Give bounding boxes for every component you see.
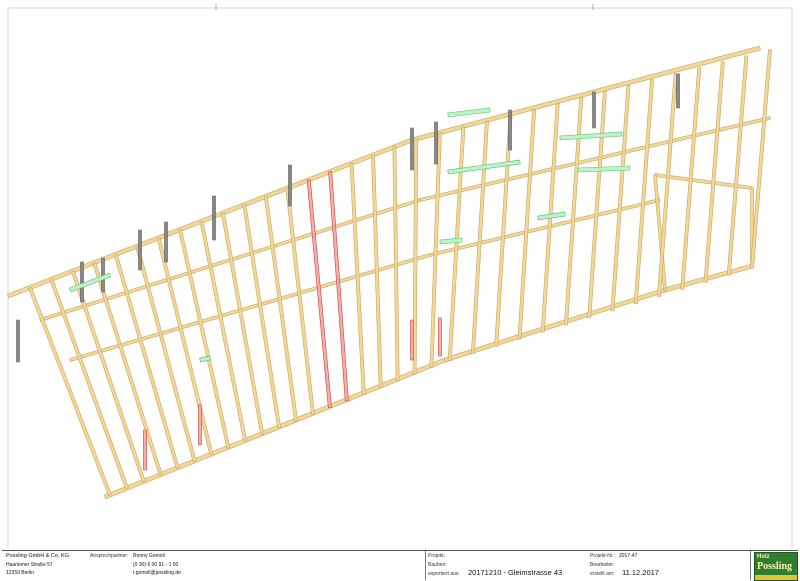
rafter <box>49 278 129 490</box>
rafter <box>703 61 725 283</box>
steel-post <box>80 261 84 303</box>
green-member <box>559 131 623 141</box>
rafter <box>517 108 537 340</box>
contact-person: Ronny Gomoll <box>133 553 165 559</box>
company-city: 12359 Berlin <box>6 570 35 576</box>
green-member <box>439 237 463 245</box>
logo-holz-text: Holz <box>757 554 770 560</box>
steel-post <box>592 91 596 129</box>
bearbeiter-label: Bearbeiter: <box>590 562 615 568</box>
contact-phone: (0 30) 6 00 91 - 1 50 <box>133 562 179 568</box>
drawing-sheet: Possling GmbH & Co. KG Haarlemer Straße … <box>0 0 800 581</box>
steel-post <box>410 127 414 171</box>
steel-post <box>434 121 438 165</box>
steel-post <box>212 195 216 241</box>
lower-plate <box>664 263 753 293</box>
company-street: Haarlemer Straße 57 <box>6 562 53 568</box>
rafter <box>470 120 489 354</box>
red-rafter <box>328 171 349 402</box>
title-block: Possling GmbH & Co. KG Haarlemer Straße … <box>2 550 798 580</box>
steel-post <box>676 73 680 109</box>
roof-framing-drawing <box>6 45 772 500</box>
steel-post <box>164 221 168 263</box>
steel-post <box>16 319 20 363</box>
rafter <box>587 91 607 319</box>
red-post <box>198 404 202 446</box>
steel-post <box>508 109 512 151</box>
red-post <box>410 319 414 361</box>
steel-post <box>138 229 142 271</box>
steel-post <box>288 164 292 207</box>
rafter <box>221 212 265 436</box>
logo-stripe <box>755 575 797 580</box>
export-label: exportiert aus: <box>428 571 460 577</box>
title-block-divider <box>425 551 426 580</box>
red-rafter <box>306 179 332 409</box>
rafter <box>564 97 584 326</box>
rafter <box>726 55 749 276</box>
date-label: erstellt am: <box>590 571 615 577</box>
logo-name-text: Possling <box>757 561 793 572</box>
rafter <box>28 287 112 496</box>
rafter <box>610 85 631 312</box>
export-value: 20171210 - Gleimstrasse 43 <box>468 568 563 577</box>
rafter <box>199 220 248 442</box>
projekt-label: Projekt: <box>428 553 445 559</box>
eave-plate <box>6 137 414 299</box>
purlin <box>429 198 661 257</box>
rafter <box>242 204 282 429</box>
projekt-nr-label: Projekt-Nr.: <box>590 553 616 559</box>
company-name: Possling GmbH & Co. KG <box>6 553 69 559</box>
rafter <box>657 73 678 297</box>
rafter <box>447 126 466 361</box>
green-member <box>447 107 491 118</box>
date-value: 11.12.2017 <box>622 568 659 577</box>
red-post <box>143 429 147 471</box>
bauherr-label: Bauherr: <box>428 562 448 568</box>
red-post <box>438 317 442 357</box>
logo-divider <box>750 551 751 580</box>
rafter <box>633 79 654 305</box>
contact-email[interactable]: r.gomoll@possling.de <box>133 570 181 577</box>
contact-label: Ansprechpartner: <box>90 553 129 559</box>
lower-plate <box>103 357 447 500</box>
projekt-nr-value: 2017-47 <box>619 553 638 559</box>
possling-logo: Holz Possling <box>754 552 798 581</box>
rafter <box>750 49 772 269</box>
